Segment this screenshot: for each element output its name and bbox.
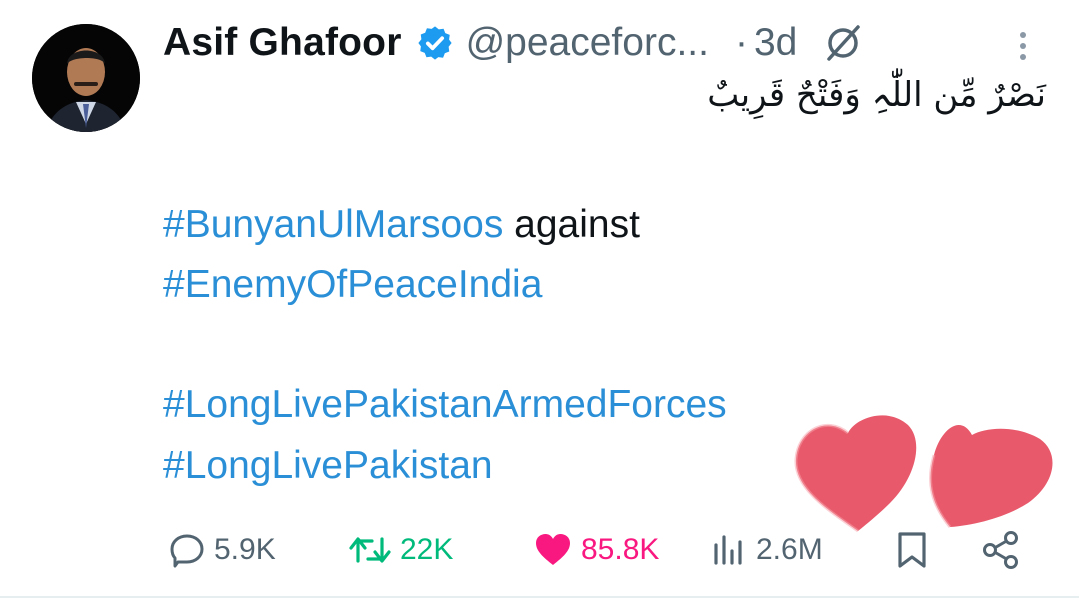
like-button[interactable]: 85.8K	[533, 520, 659, 580]
tweet-text-line-3: #LongLivePakistanArmedForces	[163, 375, 727, 435]
grok-icon[interactable]	[823, 23, 863, 63]
tweet-text-line-1: #BunyanUlMarsoos against	[163, 195, 640, 255]
tweet-text-line-2: #EnemyOfPeaceIndia	[163, 255, 542, 315]
bookmark-icon	[895, 530, 929, 570]
reply-count: 5.9K	[214, 533, 276, 566]
bookmark-button[interactable]	[895, 520, 929, 580]
share-icon	[980, 529, 1022, 571]
separator-dot: ·	[734, 21, 748, 64]
share-button[interactable]	[980, 520, 1022, 580]
author-display-name[interactable]: Asif Ghafoor	[163, 21, 402, 65]
like-count: 85.8K	[581, 533, 660, 566]
arabic-verse: نَصْرٌ مِّن اللّٰہِ وَفَتْحٌ قَرِیبٌ	[707, 75, 1046, 115]
views-icon	[710, 531, 748, 569]
hashtag-link[interactable]: #LongLivePakistanArmedForces	[163, 383, 727, 426]
author-handle[interactable]: @peaceforc...	[466, 21, 709, 65]
reply-icon	[168, 531, 206, 569]
views-count: 2.6M	[756, 533, 823, 566]
tweet-actions-bar: 5.9K 22K 85.8K 2.6M	[0, 520, 1079, 580]
tweet-text-line-4: #LongLivePakistan	[163, 436, 493, 496]
heart-filled-icon	[533, 531, 573, 569]
retweet-count: 22K	[400, 533, 454, 566]
avatar[interactable]	[32, 24, 140, 132]
tweet-card[interactable]: Asif Ghafoor @peaceforc... · 3d نَصْرٌ م…	[0, 0, 1079, 605]
retweet-icon	[348, 531, 392, 569]
verified-badge-icon	[416, 24, 454, 62]
avatar-portrait	[32, 24, 140, 132]
tweet-text: against	[503, 203, 640, 246]
hashtag-link[interactable]: #BunyanUlMarsoos	[163, 203, 503, 246]
more-vertical-icon[interactable]	[1013, 28, 1033, 64]
divider	[0, 596, 1079, 598]
views-button[interactable]: 2.6M	[710, 520, 823, 580]
reply-button[interactable]: 5.9K	[168, 520, 276, 580]
heart-stickers-icon	[790, 405, 1060, 535]
hashtag-link[interactable]: #LongLivePakistan	[163, 444, 493, 487]
hashtag-link[interactable]: #EnemyOfPeaceIndia	[163, 263, 542, 306]
retweet-button[interactable]: 22K	[348, 520, 453, 580]
tweet-header: Asif Ghafoor @peaceforc... · 3d	[163, 18, 863, 68]
tweet-timestamp[interactable]: 3d	[754, 21, 797, 65]
